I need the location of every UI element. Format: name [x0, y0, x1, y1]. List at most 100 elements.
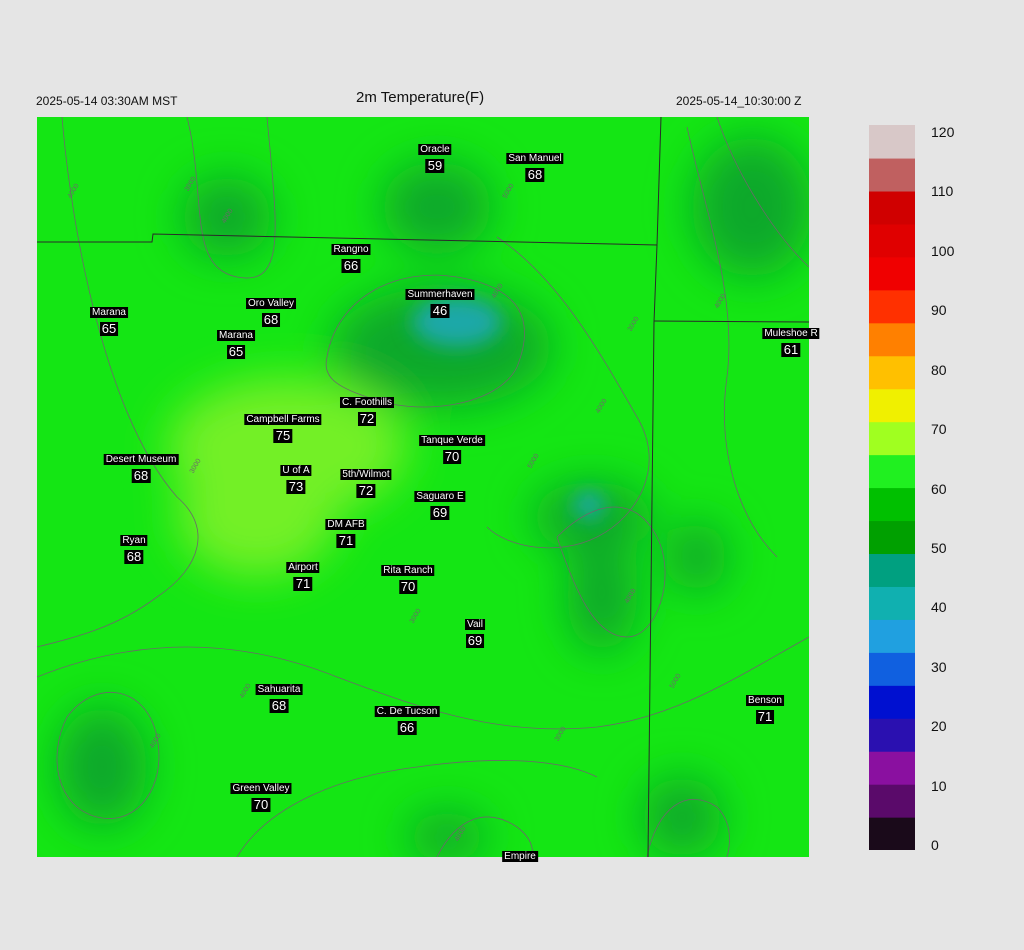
temperature-map[interactable]: 4000 3000 4000 5000 4000 4000 3000 4000 3000 5000…: [37, 117, 820, 862]
station-value: 70: [442, 449, 462, 464]
colorbar-tick-label: 20: [931, 718, 947, 735]
station-value: 68: [525, 167, 545, 182]
station-label: Marana 65: [217, 325, 255, 359]
station-label: DM AFB 71: [325, 514, 367, 548]
station-value: 66: [341, 258, 361, 273]
station-label: C. Foothills 72: [339, 392, 395, 426]
colorbar-band: [869, 355, 915, 390]
station-value: 68: [124, 549, 144, 564]
station-name: DM AFB: [325, 519, 367, 530]
station-name: Ryan: [120, 535, 148, 546]
station-value: 68: [269, 698, 289, 713]
station-label: U of A 73: [280, 460, 312, 494]
colorbar-band: [869, 487, 915, 522]
station-name: Desert Museum: [103, 454, 179, 465]
station-label: Campbell Farms 75: [244, 409, 322, 443]
station-name: Marana: [217, 330, 255, 341]
colorbar-tick-label: 50: [931, 539, 947, 556]
cool-area: [57, 707, 147, 827]
cool-area: [692, 137, 809, 277]
colorbar-band: [869, 223, 915, 258]
station-label: Saguaro E 69: [414, 486, 466, 520]
station-label: C. De Tucson 66: [374, 701, 440, 735]
utc-time-label: 2025-05-14_10:30:00 Z: [676, 94, 802, 108]
station-name: Campbell Farms: [244, 414, 322, 425]
station-value: 70: [398, 579, 418, 594]
station-label: Desert Museum 68: [103, 449, 179, 483]
colorbar-tick-label: 90: [931, 302, 947, 319]
station-label: Tanque Verde 70: [419, 430, 485, 464]
colorbar-tick-label: 60: [931, 480, 947, 497]
station-value: 68: [131, 468, 151, 483]
station-name: Oracle: [418, 144, 452, 155]
station-name: Saguaro E: [414, 491, 466, 502]
station-name: Green Valley: [230, 783, 292, 794]
colorbar-tick-label: 120: [931, 124, 955, 140]
station-label: Ryan 68: [120, 530, 148, 564]
station-label: Benson 71: [746, 690, 784, 724]
station-value: 70: [251, 797, 271, 812]
cool-area: [642, 777, 722, 857]
station-name: Summerhaven: [405, 289, 475, 300]
colorbar-band: [869, 652, 915, 686]
cold-area: [574, 491, 604, 519]
map-title: 2m Temperature(F): [356, 89, 485, 106]
colorbar-band: [869, 157, 915, 192]
station-label: Green Valley 70: [230, 778, 292, 812]
station-label: Rangno 66: [331, 239, 371, 273]
colorbar-band: [869, 751, 915, 785]
station-value: 59: [425, 158, 445, 173]
station-value: 71: [755, 709, 775, 724]
station-value: 65: [226, 344, 246, 359]
station-value: 65: [99, 321, 119, 336]
station-name: Sahuarita: [255, 684, 303, 695]
station-value: 73: [286, 479, 306, 494]
colorbar-tick-label: 30: [931, 658, 947, 675]
colorbar-band: [869, 454, 915, 489]
station-label: Rita Ranch 70: [381, 560, 435, 594]
colorbar-tick-label: 80: [931, 361, 947, 378]
station-name: Rangno: [331, 244, 371, 255]
station-name: Muleshoe R: [762, 328, 820, 339]
colorbar-tick-label: 10: [931, 777, 947, 794]
station-name: San Manuel: [506, 153, 564, 164]
station-value: 71: [293, 576, 313, 591]
colorbar-band: [869, 784, 915, 818]
colorbar-band: [869, 421, 915, 456]
station-value: 72: [356, 483, 376, 498]
station-name: U of A: [280, 465, 312, 476]
colorbar-band: [869, 718, 915, 752]
colorbar-band: [869, 289, 915, 324]
station-label: Empire: [502, 846, 538, 864]
station-label: Sahuarita 68: [255, 679, 303, 713]
station-value: 68: [261, 312, 281, 327]
station-name: C. De Tucson: [374, 706, 440, 717]
colorbar-tick-label: 40: [931, 599, 947, 616]
station-name: C. Foothills: [339, 397, 395, 408]
station-label: Summerhaven 46: [405, 284, 475, 318]
station-name: Vail: [465, 619, 485, 630]
colorbar-band: [869, 322, 915, 357]
station-name: Benson: [746, 695, 784, 706]
colorbar-band: [869, 685, 915, 719]
station-label: Airport 71: [286, 557, 320, 591]
station-label: Vail 69: [465, 614, 485, 648]
station-name: Oro Valley: [246, 298, 296, 309]
station-label: 5th/Wilmot 72: [340, 464, 392, 498]
local-time-label: 2025-05-14 03:30AM MST: [36, 94, 178, 108]
station-value: 69: [465, 633, 485, 648]
colorbar-band: [869, 520, 915, 555]
station-value: 75: [273, 428, 293, 443]
colorbar-tick-label: 70: [931, 421, 947, 438]
station-label: Oracle 59: [418, 139, 452, 173]
station-value: 46: [430, 303, 450, 318]
colorbar-band: [869, 586, 915, 620]
station-value: 69: [430, 505, 450, 520]
colorbar: [869, 125, 915, 850]
station-value: 72: [357, 411, 377, 426]
cool-area: [382, 162, 492, 252]
colorbar-tick-label: 110: [931, 183, 954, 200]
station-label: Marana 65: [90, 302, 128, 336]
station-name: 5th/Wilmot: [340, 469, 392, 480]
station-label: San Manuel 68: [506, 148, 564, 182]
